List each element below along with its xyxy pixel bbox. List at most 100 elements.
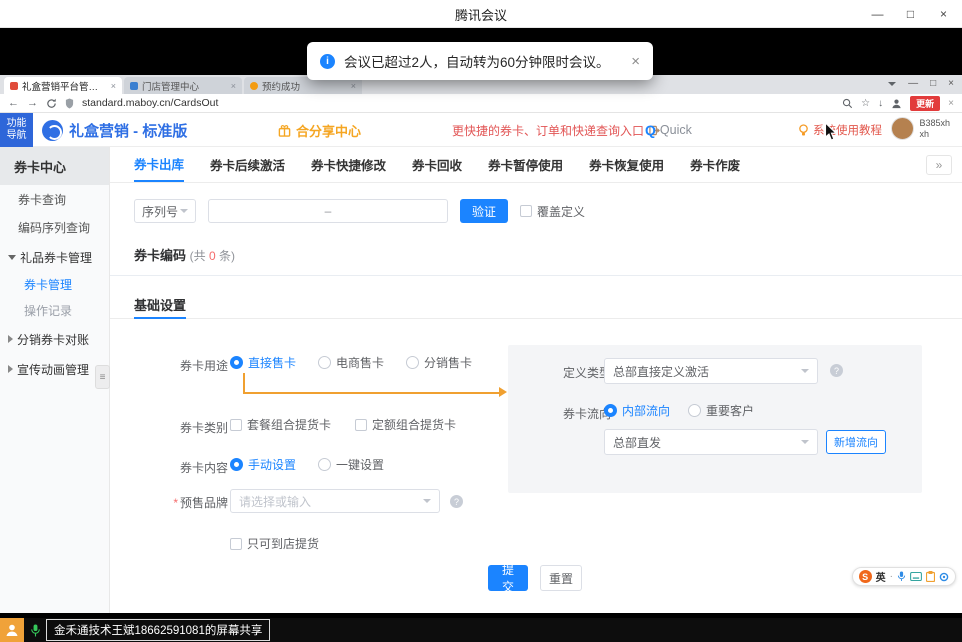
sidebar: 券卡中心 券卡查询 编码序列查询 礼品券卡管理 券卡管理 操作记录 分销券卡对账… (0, 147, 110, 613)
forward-icon[interactable]: → (27, 97, 38, 109)
user-account[interactable]: B385xh xh (891, 117, 950, 140)
submit-button[interactable]: 提交 (488, 565, 528, 591)
user-profile-icon[interactable] (891, 98, 902, 109)
toast-message: 会议已超过2人，自动转为60分钟限时会议。 (344, 51, 610, 71)
radio-direct-sale[interactable]: 直接售卡 (230, 354, 296, 371)
toast-close-icon[interactable]: × (631, 53, 640, 70)
keyboard-icon[interactable] (910, 572, 922, 581)
close-button[interactable]: × (927, 0, 960, 28)
checkbox-combo-pickup-card[interactable]: 套餐组合提货卡 (230, 416, 331, 433)
search-icon[interactable] (842, 98, 853, 109)
sidebar-item-code-sequence-query[interactable]: 编码序列查询 (0, 213, 109, 241)
minimize-button[interactable]: — (861, 0, 894, 28)
tab-card-activation[interactable]: 券卡后续激活 (210, 147, 285, 182)
tab-basic-settings[interactable]: 基础设置 (134, 295, 186, 314)
update-button[interactable]: 更新 (910, 96, 940, 111)
quick-search[interactable]: Q Quick (645, 113, 692, 147)
promo-link[interactable]: 更快捷的券卡、订单和快递查询入口 (452, 113, 660, 147)
banner-mic-icon[interactable] (30, 624, 41, 637)
browser-minimize-icon[interactable]: — (908, 78, 918, 89)
tab-card-outbound[interactable]: 券卡出库 (134, 147, 184, 182)
browser-maximize-icon[interactable]: □ (930, 78, 936, 89)
share-banner-text: 金禾通技术王斌18662591081的屏幕共享 (46, 619, 270, 641)
radio-selected-icon (604, 404, 617, 417)
nav-toggle-button[interactable]: 功能 导航 (0, 113, 33, 147)
radio-important-customer[interactable]: 重要客户 (688, 402, 754, 419)
tab-card-recycle[interactable]: 券卡回收 (412, 147, 462, 182)
sogou-logo-icon[interactable]: S (859, 570, 872, 583)
url-text[interactable]: standard.maboy.cn/CardsOut (82, 97, 218, 109)
browser-window-controls: — □ × (888, 78, 954, 89)
share-center-link[interactable]: 合分享中心 (278, 113, 361, 147)
update-close-icon[interactable]: × (948, 98, 954, 109)
lightbulb-icon (798, 124, 809, 137)
collapsed-triangle-icon (8, 365, 13, 373)
radio-internal-flow[interactable]: 内部流向 (604, 402, 670, 419)
sidebar-item-card-management[interactable]: 券卡管理 (0, 271, 109, 297)
tab-card-void[interactable]: 券卡作废 (690, 147, 740, 182)
sidebar-group-gift-card-management[interactable]: 礼品券卡管理 (0, 243, 109, 271)
tab-list-dropdown-icon[interactable] (888, 82, 896, 86)
radio-selected-icon (230, 458, 243, 471)
tab-close-icon[interactable]: × (111, 81, 116, 91)
serial-type-select[interactable]: 序列号 (134, 199, 196, 223)
app-body: 券卡中心 券卡查询 编码序列查询 礼品券卡管理 券卡管理 操作记录 分销券卡对账… (0, 147, 962, 613)
clipboard-icon[interactable] (926, 571, 935, 582)
store-pickup-only-checkbox[interactable]: 只可到店提货 (230, 535, 319, 552)
share-banner: 金禾通技术王斌18662591081的屏幕共享 (0, 618, 962, 642)
tab-card-restore[interactable]: 券卡恢复使用 (589, 147, 664, 182)
browser-close-icon[interactable]: × (948, 78, 954, 89)
sidebar-group-promo-animation[interactable]: 宣传动画管理 (0, 355, 109, 383)
codes-count: 0 (209, 249, 216, 263)
sidebar-group-distribution-reconciliation[interactable]: 分销券卡对账 (0, 325, 109, 353)
checkbox-fixed-combo-pickup-card[interactable]: 定额组合提货卡 (355, 416, 456, 433)
sidebar-item-operation-log[interactable]: 操作记录 (0, 297, 109, 323)
main-content: 券卡出库 券卡后续激活 券卡快捷修改 券卡回收 券卡暂停使用 券卡恢复使用 券卡… (110, 147, 962, 613)
brand-select[interactable]: 请选择或输入 (230, 489, 440, 513)
tab-card-suspend[interactable]: 券卡暂停使用 (488, 147, 563, 182)
form-content: 序列号 – 验证 覆盖定义 券卡编码 (共 (110, 183, 962, 613)
mic-icon[interactable] (897, 571, 906, 582)
collapsed-triangle-icon (8, 335, 13, 343)
sidebar-item-card-query[interactable]: 券卡查询 (0, 185, 109, 213)
serial-range-input[interactable]: – (208, 199, 448, 223)
tab-close-icon[interactable]: × (351, 81, 356, 91)
radio-distribution-sale[interactable]: 分销售卡 (406, 354, 472, 371)
wrench-icon[interactable] (939, 572, 949, 582)
bookmark-star-icon[interactable]: ☆ (861, 98, 870, 109)
presenter-avatar-icon[interactable] (0, 618, 24, 642)
ime-separator: · (890, 571, 893, 582)
ime-language-indicator[interactable]: 英 (876, 569, 886, 584)
favicon-icon (130, 82, 138, 90)
brand: 礼盒营销 - 标准版 (42, 113, 187, 147)
usage-label: 券卡用途 (146, 357, 228, 374)
tutorial-link[interactable]: 系统使用教程 (798, 113, 882, 147)
browser-tab-marketing-center[interactable]: 礼盒营销平台管理中心 × (4, 77, 122, 94)
reset-button[interactable]: 重置 (540, 565, 582, 591)
sidebar-collapse-handle[interactable]: ≡ (95, 365, 110, 389)
flow-select[interactable]: 总部直发 (604, 429, 818, 455)
download-icon[interactable]: ↓ (878, 98, 883, 109)
add-flow-button[interactable]: 新增流向 (826, 430, 886, 454)
refresh-icon[interactable] (46, 98, 57, 109)
serial-row: 序列号 – 验证 覆盖定义 (134, 199, 585, 223)
chevron-down-icon (801, 440, 809, 444)
define-type-select[interactable]: 总部直接定义激活 (604, 358, 818, 384)
tab-card-quick-edit[interactable]: 券卡快捷修改 (311, 147, 386, 182)
ime-toolbar[interactable]: S 英 · (852, 567, 956, 586)
tab-close-icon[interactable]: × (231, 81, 236, 91)
verify-button[interactable]: 验证 (460, 199, 508, 223)
annotation-arrow-line (243, 392, 501, 394)
checkbox-icon (230, 419, 242, 431)
radio-ecommerce-sale[interactable]: 电商售卡 (318, 354, 384, 371)
browser-tab-store-center[interactable]: 门店管理中心 × (124, 77, 242, 94)
maximize-button[interactable]: □ (894, 0, 927, 28)
override-definition-checkbox[interactable]: 覆盖定义 (520, 203, 585, 220)
back-icon[interactable]: ← (8, 97, 19, 109)
divider (110, 275, 962, 276)
favicon-icon (250, 82, 258, 90)
radio-manual-setup[interactable]: 手动设置 (230, 456, 296, 473)
checkbox-icon (355, 419, 367, 431)
radio-one-click-setup[interactable]: 一键设置 (318, 456, 384, 473)
tabs-expand-button[interactable]: » (926, 155, 952, 175)
